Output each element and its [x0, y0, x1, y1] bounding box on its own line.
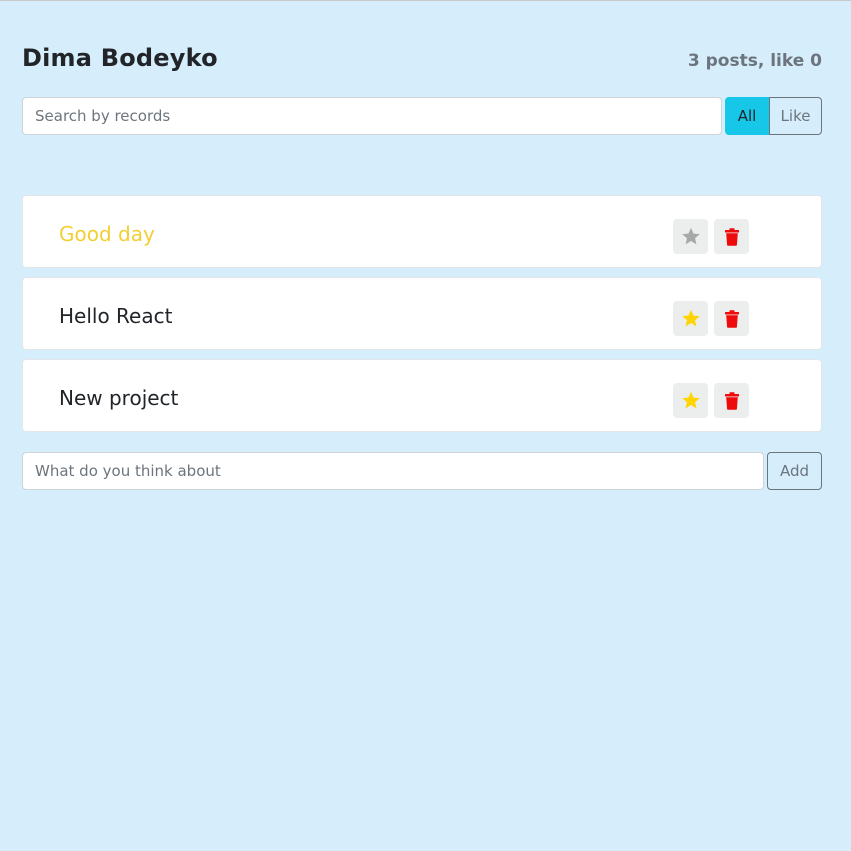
delete-button[interactable]: [714, 219, 749, 254]
post-list: Good day Hello React New project: [22, 195, 822, 441]
star-icon: [681, 309, 700, 327]
app-container: Dima Bodeyko 3 posts, like 0 All Like Go…: [22, 0, 822, 490]
post-add-form: Add: [22, 452, 822, 490]
list-item: New project: [22, 359, 822, 432]
trash-icon: [724, 391, 739, 410]
list-item: Hello React: [22, 277, 822, 350]
app-header: Dima Bodeyko 3 posts, like 0: [22, 0, 822, 96]
star-icon: [681, 391, 700, 409]
add-button[interactable]: Add: [767, 452, 822, 490]
post-stats: 3 posts, like 0: [687, 51, 822, 71]
star-button[interactable]: [673, 301, 708, 336]
status-filter: All Like: [725, 97, 822, 135]
trash-icon: [724, 309, 739, 328]
delete-button[interactable]: [714, 301, 749, 336]
star-button[interactable]: [673, 383, 708, 418]
filter-all-button[interactable]: All: [725, 97, 769, 135]
search-input[interactable]: [22, 97, 722, 135]
post-label[interactable]: New project: [59, 386, 178, 410]
new-post-input[interactable]: [22, 452, 764, 490]
star-button[interactable]: [673, 219, 708, 254]
search-panel: All Like: [22, 97, 822, 135]
item-actions: [673, 219, 749, 254]
delete-button[interactable]: [714, 383, 749, 418]
trash-icon: [724, 227, 739, 246]
post-label[interactable]: Good day: [59, 222, 155, 246]
star-icon: [681, 227, 700, 245]
page-title: Dima Bodeyko: [22, 44, 218, 72]
post-label[interactable]: Hello React: [59, 304, 172, 328]
filter-like-button[interactable]: Like: [769, 97, 822, 135]
item-actions: [673, 383, 749, 418]
item-actions: [673, 301, 749, 336]
list-item: Good day: [22, 195, 822, 268]
